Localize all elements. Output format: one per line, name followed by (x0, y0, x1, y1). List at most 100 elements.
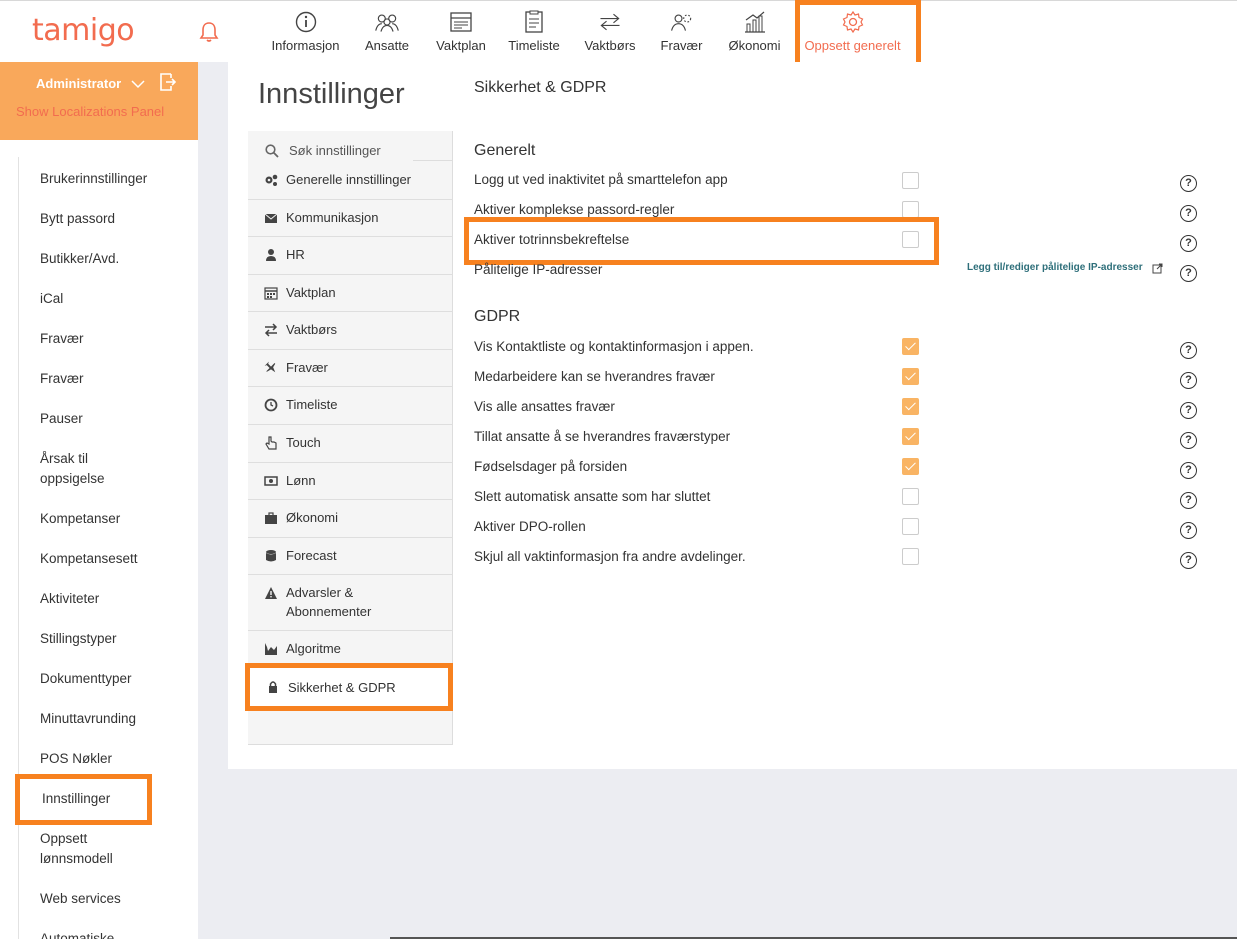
settings-nav-item-fravaer[interactable]: Fravær (248, 350, 453, 387)
group-title-generelt: Generelt (474, 142, 536, 159)
sidebar-item-bytt-passord[interactable]: Bytt passord (40, 209, 190, 229)
settings-nav-item-touch[interactable]: Touch (248, 425, 453, 463)
page-title: Innstillinger (258, 78, 405, 110)
briefcase-icon (265, 512, 277, 524)
setting-checkbox[interactable] (902, 338, 919, 355)
sidebar-item-oppsett-lonnsmodell[interactable]: Oppsett lønnsmodell (40, 829, 130, 869)
nav-informasjon[interactable]: Informasjon (262, 1, 349, 63)
money-icon (264, 476, 278, 486)
settings-nav-item-forecast[interactable]: Forecast (248, 538, 453, 575)
setting-checkbox[interactable] (902, 458, 919, 475)
admin-role[interactable]: Administrator (36, 76, 121, 91)
highlight-box-nav (795, 0, 921, 68)
highlight-box-settings-nav (245, 663, 453, 711)
tamigo-logo[interactable]: tamigo (32, 13, 135, 48)
search-input[interactable]: Søk innstillinger (289, 143, 381, 158)
settings-nav-label: Timeliste (286, 397, 338, 412)
nav-label: Timeliste (508, 38, 560, 53)
settings-nav-label: Lønn (286, 473, 316, 488)
nav-label: Informasjon (271, 38, 340, 53)
sidebar-item-web-services[interactable]: Web services (40, 889, 190, 909)
sidebar-item-pos-nokler[interactable]: POS Nøkler (40, 749, 190, 769)
help-icon[interactable]: ? (1180, 462, 1197, 479)
setting-label: Logg ut ved inaktivitet på smarttelefon … (474, 172, 728, 187)
nav-ansatte[interactable]: Ansatte (349, 1, 425, 63)
show-localizations-link[interactable]: Show Localizations Panel (16, 104, 164, 119)
help-icon[interactable]: ? (1180, 402, 1197, 419)
help-icon[interactable]: ? (1180, 522, 1197, 539)
setting-checkbox[interactable] (902, 488, 919, 505)
settings-nav-item-lonn[interactable]: Lønn (248, 463, 453, 500)
top-navigation-bar: tamigo Informasjon Ansatte Vaktplan Time… (0, 0, 1237, 62)
sidebar-item-ical[interactable]: iCal (40, 289, 190, 309)
setting-checkbox[interactable] (902, 548, 919, 565)
nav-vaktplan[interactable]: Vaktplan (425, 1, 497, 63)
chevron-down-icon[interactable] (131, 79, 145, 89)
sidebar-item-automatiske[interactable]: Automatiske (40, 929, 190, 939)
setting-checkbox[interactable] (902, 398, 919, 415)
bell-icon[interactable] (199, 21, 219, 43)
nav-vaktbors[interactable]: Vaktbørs (571, 1, 649, 63)
sidebar-item-kompetanser[interactable]: Kompetanser (40, 509, 190, 529)
setting-label: Aktiver DPO-rollen (474, 519, 586, 534)
sidebar-item-pauser[interactable]: Pauser (40, 409, 190, 429)
nav-fravaer[interactable]: Fravær (649, 1, 714, 63)
setting-checkbox[interactable] (902, 172, 919, 189)
exchange-icon (264, 323, 278, 337)
setting-checkbox[interactable] (902, 428, 919, 445)
search-icon (265, 144, 279, 158)
sidebar-item-brukerinnstillinger[interactable]: Brukerinnstillinger (40, 169, 190, 189)
logout-icon[interactable] (159, 72, 177, 92)
nav-label: Vaktplan (436, 38, 486, 53)
setting-checkbox[interactable] (902, 368, 919, 385)
edit-trusted-ip-link[interactable]: Legg til/rediger pålitelige IP-adresser (967, 262, 1143, 273)
settings-nav-item-okonomi[interactable]: Økonomi (248, 500, 453, 538)
help-icon[interactable]: ? (1180, 492, 1197, 509)
setting-checkbox[interactable] (902, 518, 919, 535)
help-icon[interactable]: ? (1180, 372, 1197, 389)
sidebar-item-butikker[interactable]: Butikker/Avd. (40, 249, 190, 269)
help-icon[interactable]: ? (1180, 205, 1197, 222)
clock-icon (264, 398, 278, 412)
external-edit-icon[interactable] (1152, 263, 1163, 274)
sidebar-item-stillingstyper[interactable]: Stillingstyper (40, 629, 190, 649)
settings-search[interactable]: Søk innstillinger (265, 140, 413, 162)
sidebar-item-aktiviteter[interactable]: Aktiviteter (40, 589, 190, 609)
settings-nav-item-hr[interactable]: HR (248, 237, 453, 275)
setting-label: Vis alle ansattes fravær (474, 399, 615, 414)
settings-nav-item-kommunikasjon[interactable]: Kommunikasjon (248, 200, 453, 237)
nav-timeliste[interactable]: Timeliste (497, 1, 571, 63)
settings-nav-item-vaktplan[interactable]: Vaktplan (248, 275, 453, 312)
nav-label: Vaktbørs (584, 38, 636, 53)
economy-icon (744, 11, 765, 33)
help-icon[interactable]: ? (1180, 432, 1197, 449)
help-icon[interactable]: ? (1180, 175, 1197, 192)
nav-okonomi[interactable]: Økonomi (714, 1, 795, 63)
group-title-gdpr: GDPR (474, 308, 521, 325)
sidebar-item-fravaer-2[interactable]: Fravær (40, 369, 190, 389)
highlight-box-sidebar (15, 774, 152, 825)
plane-icon (264, 361, 276, 373)
sidebar-item-minuttavrunding[interactable]: Minuttavrunding (40, 709, 190, 729)
help-icon[interactable]: ? (1180, 235, 1197, 252)
settings-nav-item-advarsler[interactable]: Advarsler & Abonnementer (248, 575, 453, 631)
setting-label: Pålitelige IP-adresser (474, 262, 603, 277)
timesheet-icon (525, 10, 543, 33)
admin-panel: Administrator Show Localizations Panel (0, 62, 198, 140)
highlight-box-setting-row (464, 217, 939, 265)
settings-nav-item-vaktbors[interactable]: Vaktbørs (248, 312, 453, 350)
sidebar-item-kompetansesett[interactable]: Kompetansesett (40, 549, 190, 569)
gears-icon (265, 174, 278, 186)
sidebar-item-arsak-til-oppsigelse[interactable]: Årsak til oppsigelse (40, 449, 120, 489)
setting-checkbox[interactable] (902, 201, 919, 218)
settings-nav-item-generelle[interactable]: Generelle innstillinger (248, 162, 453, 200)
help-icon[interactable]: ? (1180, 342, 1197, 359)
info-icon (295, 11, 316, 33)
sidebar-item-dokumenttyper[interactable]: Dokumenttyper (40, 669, 190, 689)
help-icon[interactable]: ? (1180, 265, 1197, 282)
setting-label: Medarbeidere kan se hverandres fravær (474, 369, 715, 384)
settings-nav-item-timeliste[interactable]: Timeliste (248, 387, 453, 425)
sidebar-item-fravaer[interactable]: Fravær (40, 329, 190, 349)
help-icon[interactable]: ? (1180, 552, 1197, 569)
settings-nav-label: Touch (286, 435, 321, 450)
